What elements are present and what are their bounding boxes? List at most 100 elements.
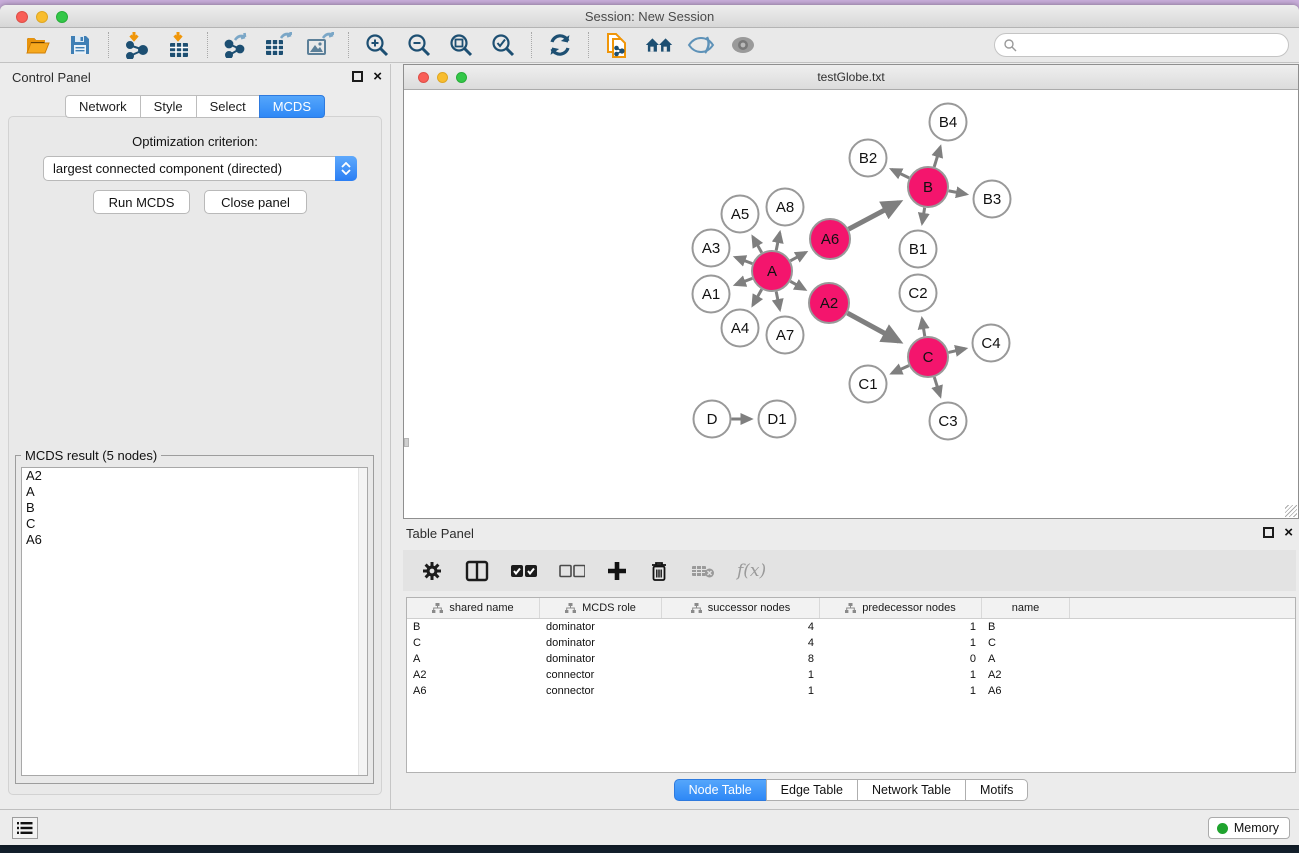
cell-name[interactable]: A6 [982, 685, 1070, 697]
pane-resize-handle[interactable] [404, 438, 409, 447]
delete-table-icon[interactable] [691, 563, 715, 579]
cell-shared-name[interactable]: B [407, 621, 540, 633]
column-header-name[interactable]: name [982, 598, 1070, 618]
split-columns-icon[interactable] [465, 560, 489, 582]
tab-motifs[interactable]: Motifs [965, 779, 1028, 801]
network-window-titlebar[interactable]: testGlobe.txt [404, 65, 1298, 90]
cell-predecessor-nodes[interactable]: 1 [820, 685, 982, 697]
node-table[interactable]: shared nameMCDS rolesuccessor nodesprede… [406, 597, 1296, 773]
edge-A-A3[interactable] [736, 257, 753, 263]
result-item[interactable]: C [22, 516, 367, 532]
table-row[interactable]: Adominator80A [407, 651, 1295, 667]
edge-A-A5[interactable] [753, 237, 762, 253]
cell-predecessor-nodes[interactable]: 1 [820, 621, 982, 633]
cell-name[interactable]: B [982, 621, 1070, 633]
zoom-selected-icon[interactable] [489, 31, 517, 59]
hide-glasses-icon[interactable] [687, 31, 715, 59]
cell-shared-name[interactable]: A6 [407, 685, 540, 697]
result-item[interactable]: A6 [22, 532, 367, 548]
cell-predecessor-nodes[interactable]: 1 [820, 669, 982, 681]
add-column-icon[interactable] [607, 561, 627, 581]
result-item[interactable]: A [22, 484, 367, 500]
cell-name[interactable]: A [982, 653, 1070, 665]
tab-network-table[interactable]: Network Table [857, 779, 965, 801]
cell-predecessor-nodes[interactable]: 0 [820, 653, 982, 665]
save-session-icon[interactable] [66, 31, 94, 59]
refresh-layout-icon[interactable] [546, 31, 574, 59]
close-table-panel-icon[interactable]: × [1284, 527, 1293, 538]
float-table-panel-icon[interactable] [1263, 527, 1274, 538]
table-row[interactable]: A2connector11A2 [407, 667, 1295, 683]
cell-successor-nodes[interactable]: 8 [662, 653, 820, 665]
search-input[interactable] [1017, 35, 1288, 55]
table-row[interactable]: Bdominator41B [407, 619, 1295, 635]
export-network-icon[interactable] [222, 31, 250, 59]
result-item[interactable]: B [22, 500, 367, 516]
import-network-icon[interactable] [123, 31, 151, 59]
criterion-select[interactable]: largest connected component (directed) [43, 156, 357, 181]
export-table-icon[interactable] [264, 31, 292, 59]
cell-shared-name[interactable]: C [407, 637, 540, 649]
run-mcds-button[interactable]: Run MCDS [93, 190, 190, 214]
edge-A6-B[interactable] [849, 202, 899, 229]
gear-icon[interactable] [421, 560, 443, 582]
float-panel-icon[interactable] [352, 71, 363, 82]
cell-name[interactable]: C [982, 637, 1070, 649]
search-field[interactable] [994, 33, 1289, 57]
tab-node-table[interactable]: Node Table [674, 779, 766, 801]
import-table-icon[interactable] [165, 31, 193, 59]
show-eye-icon[interactable] [729, 31, 757, 59]
cell-shared-name[interactable]: A2 [407, 669, 540, 681]
zoom-out-icon[interactable] [405, 31, 433, 59]
cell-MCDS-role[interactable]: dominator [540, 621, 662, 633]
cell-successor-nodes[interactable]: 4 [662, 637, 820, 649]
edge-B-B3[interactable] [949, 191, 967, 194]
window-resize-grip[interactable] [1285, 505, 1297, 517]
edge-B-B1[interactable] [922, 208, 924, 223]
edge-B-B2[interactable] [892, 169, 909, 177]
cell-MCDS-role[interactable]: connector [540, 685, 662, 697]
mcds-result-list[interactable]: A2ABCA6 [21, 467, 368, 776]
tab-edge-table[interactable]: Edge Table [766, 779, 857, 801]
column-header-predecessor-nodes[interactable]: predecessor nodes [820, 598, 982, 618]
column-header-MCDS-role[interactable]: MCDS role [540, 598, 662, 618]
cell-MCDS-role[interactable]: dominator [540, 637, 662, 649]
cell-successor-nodes[interactable]: 1 [662, 685, 820, 697]
edge-A-A1[interactable] [736, 278, 753, 284]
open-session-icon[interactable] [24, 31, 52, 59]
zoom-fit-icon[interactable] [447, 31, 475, 59]
network-canvas[interactable]: B4B2BB3B1A5A8A6A3AA1A2A4A7C2CC4C1C3DD1 [404, 90, 1298, 518]
memory-button[interactable]: Memory [1208, 817, 1290, 839]
cell-name[interactable]: A2 [982, 669, 1070, 681]
table-row[interactable]: Cdominator41C [407, 635, 1295, 651]
edge-C-C2[interactable] [922, 319, 925, 336]
edge-A-A4[interactable] [753, 289, 762, 305]
select-all-icon[interactable] [511, 564, 537, 578]
clone-network-icon[interactable] [603, 31, 631, 59]
edge-C-C1[interactable] [892, 366, 909, 374]
cell-predecessor-nodes[interactable]: 1 [820, 637, 982, 649]
scrollbar-track[interactable] [358, 468, 367, 775]
edge-A-A7[interactable] [776, 292, 780, 310]
edge-A-A2[interactable] [790, 281, 804, 289]
cell-successor-nodes[interactable]: 1 [662, 669, 820, 681]
home-icon[interactable] [645, 31, 673, 59]
tab-style[interactable]: Style [140, 95, 196, 118]
edge-C-C3[interactable] [934, 377, 940, 396]
column-header-shared-name[interactable]: shared name [407, 598, 540, 618]
tab-network[interactable]: Network [65, 95, 140, 118]
edge-B-B4[interactable] [934, 147, 940, 167]
table-row[interactable]: A6connector11A6 [407, 683, 1295, 699]
edge-A-A8[interactable] [776, 233, 780, 251]
column-header-successor-nodes[interactable]: successor nodes [662, 598, 820, 618]
function-builder-icon[interactable]: f(x) [737, 561, 766, 581]
edge-A2-C[interactable] [847, 313, 899, 341]
list-panel-button[interactable] [12, 817, 38, 839]
close-panel-icon[interactable]: × [373, 71, 382, 82]
app-titlebar[interactable]: Session: New Session [0, 5, 1299, 28]
edge-A-A6[interactable] [790, 252, 805, 260]
cell-MCDS-role[interactable]: connector [540, 669, 662, 681]
export-image-icon[interactable] [306, 31, 334, 59]
edge-C-C4[interactable] [948, 349, 965, 353]
tab-mcds[interactable]: MCDS [259, 95, 325, 118]
